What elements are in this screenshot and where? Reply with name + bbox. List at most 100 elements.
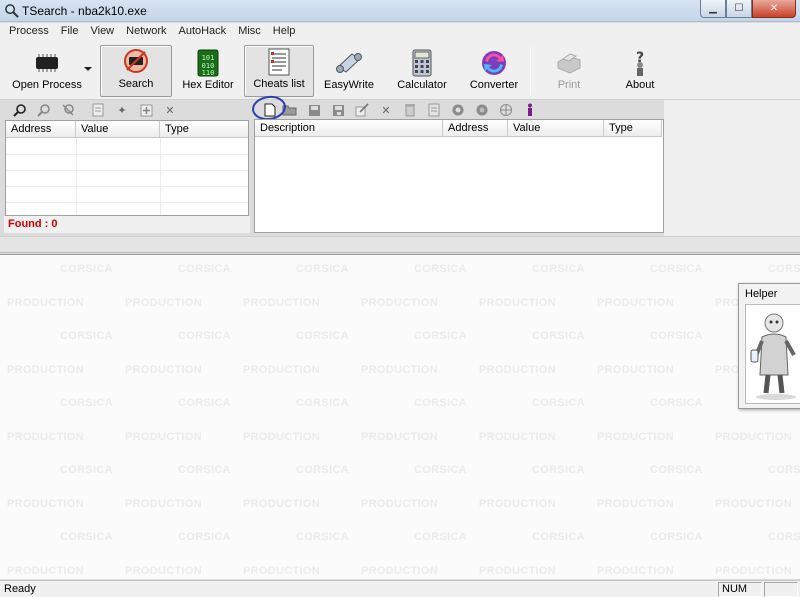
activate-icon[interactable] <box>450 102 466 118</box>
minimize-button[interactable]: ▁ <box>700 0 726 18</box>
calculator-button[interactable]: Calculator <box>392 45 452 97</box>
watermark-corsica: CORSICA <box>296 263 349 275</box>
col-value[interactable]: Value <box>76 121 160 138</box>
close-button[interactable]: ✕ <box>752 0 796 18</box>
open-process-button[interactable]: Open Process <box>10 45 84 97</box>
delete-icon[interactable]: ✕ <box>162 102 178 118</box>
find-icon[interactable] <box>12 102 28 118</box>
watermark-corsica: CORSICA <box>296 397 349 409</box>
about-button[interactable]: ? About <box>614 45 666 97</box>
watermark-production: PRODUCTION <box>7 296 84 309</box>
watermark-production: PRODUCTION <box>597 363 674 376</box>
col-cheat-value[interactable]: Value <box>508 120 604 137</box>
watermark-corsica: CORSICA <box>178 397 231 409</box>
watermark-corsica: CORSICA <box>768 531 800 543</box>
watermark-production: PRODUCTION <box>479 497 556 510</box>
calculator-icon <box>406 49 438 77</box>
watermark-production: PRODUCTION <box>715 564 792 577</box>
watermark-production: PRODUCTION <box>715 497 792 510</box>
col-type[interactable]: Type <box>160 121 248 138</box>
print-button[interactable]: Print <box>544 45 594 97</box>
easywrite-label: EasyWrite <box>324 79 374 91</box>
watermark-production: PRODUCTION <box>243 430 320 443</box>
col-cheat-address[interactable]: Address <box>443 120 508 137</box>
scientist-character-icon <box>750 313 796 400</box>
network-icon[interactable] <box>498 102 514 118</box>
converter-icon <box>478 49 510 77</box>
find-clear-icon[interactable] <box>60 102 76 118</box>
easywrite-button[interactable]: EasyWrite <box>320 45 378 97</box>
search-button[interactable]: Search <box>100 45 172 97</box>
trash-icon[interactable] <box>402 102 418 118</box>
document-icon[interactable] <box>90 102 106 118</box>
print-label: Print <box>557 79 581 91</box>
watermark-production: PRODUCTION <box>125 296 202 309</box>
watermark-corsica: CORSICA <box>650 464 703 476</box>
title-bar: TSearch - nba2k10.exe ▁ ☐ ✕ <box>0 0 800 22</box>
menu-process[interactable]: Process <box>3 23 55 41</box>
delete-entry-icon[interactable]: ✕ <box>378 102 394 118</box>
cheats-list-label: Cheats list <box>253 78 305 90</box>
menu-file[interactable]: File <box>55 23 85 41</box>
menu-bar: Process File View Network AutoHack Misc … <box>0 23 800 41</box>
watermark-production: PRODUCTION <box>715 430 792 443</box>
menu-network[interactable]: Network <box>120 23 172 41</box>
watermark-corsica: CORSICA <box>650 531 703 543</box>
watermark-production: PRODUCTION <box>7 363 84 376</box>
col-address[interactable]: Address <box>6 121 76 138</box>
open-process-dropdown-arrow-icon[interactable] <box>84 67 92 71</box>
add-icon[interactable]: ✦ <box>114 102 130 118</box>
watermark-production: PRODUCTION <box>597 497 674 510</box>
watermark-production: PRODUCTION <box>361 363 438 376</box>
watermark-production: PRODUCTION <box>125 430 202 443</box>
watermark-production: PRODUCTION <box>7 497 84 510</box>
save-as-icon[interactable] <box>330 102 346 118</box>
printer-icon <box>553 49 585 77</box>
cheats-table[interactable]: Description Address Value Type <box>254 119 664 233</box>
calculator-label: Calculator <box>397 79 447 91</box>
watermark-corsica: CORSICA <box>650 263 703 275</box>
menu-help[interactable]: Help <box>267 23 302 41</box>
properties-icon[interactable] <box>426 102 442 118</box>
menu-autohack[interactable]: AutoHack <box>172 23 232 41</box>
found-count: Found : 0 <box>8 218 58 230</box>
watermark-corsica: CORSICA <box>414 531 467 543</box>
converter-button[interactable]: Converter <box>464 45 524 97</box>
watermark-corsica: CORSICA <box>60 397 113 409</box>
watermark-production: PRODUCTION <box>479 363 556 376</box>
splitter-bar[interactable] <box>0 236 800 253</box>
watermark-production: PRODUCTION <box>597 430 674 443</box>
menu-misc[interactable]: Misc <box>232 23 267 41</box>
watermark-corsica: CORSICA <box>532 330 585 342</box>
svg-text:110: 110 <box>202 69 215 77</box>
converter-label: Converter <box>469 79 519 91</box>
cheats-list-button[interactable]: Cheats list <box>244 45 314 97</box>
search-toolbar: ✦ ✕ <box>12 101 186 119</box>
helper-title: Helper <box>745 288 778 300</box>
search-results-list[interactable]: Address Value Type <box>5 120 249 216</box>
info-icon[interactable] <box>522 102 538 118</box>
helper-character[interactable] <box>745 304 800 404</box>
col-cheat-type[interactable]: Type <box>604 120 662 137</box>
maximize-button[interactable]: ☐ <box>726 0 752 18</box>
menu-view[interactable]: View <box>84 23 120 41</box>
add-box-icon[interactable] <box>138 102 154 118</box>
deactivate-icon[interactable] <box>474 102 490 118</box>
watermark-production: PRODUCTION <box>479 430 556 443</box>
watermark-corsica: CORSICA <box>532 263 585 275</box>
helper-window[interactable]: Helper <box>738 283 800 409</box>
watermark-corsica: CORSICA <box>650 330 703 342</box>
watermark-production: PRODUCTION <box>243 564 320 577</box>
find-next-icon[interactable] <box>36 102 52 118</box>
hex-editor-button[interactable]: 101 010 110 Hex Editor <box>178 45 238 97</box>
watermark-corsica: CORSICA <box>414 330 467 342</box>
watermark-corsica: CORSICA <box>414 464 467 476</box>
watermark-corsica: CORSICA <box>60 464 113 476</box>
save-icon[interactable] <box>306 102 322 118</box>
col-description[interactable]: Description <box>255 120 443 137</box>
svg-text:101: 101 <box>202 54 215 62</box>
watermark-corsica: CORSICA <box>60 531 113 543</box>
workspace: CORSICA CORSICA CORSICA CORSICA CORSICA CORSI… <box>0 254 800 579</box>
watermark-corsica: CORSICA <box>768 464 800 476</box>
edit-icon[interactable] <box>354 102 370 118</box>
